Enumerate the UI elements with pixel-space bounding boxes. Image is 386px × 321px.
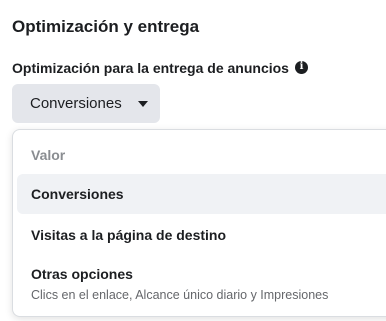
field-label: Optimización para la entrega de anuncios: [12, 60, 289, 76]
optimization-dropdown-button[interactable]: Conversiones: [12, 84, 160, 123]
dropdown-menu: Valor Conversiones Visitas a la página d…: [12, 129, 386, 317]
dropdown-selected-label: Conversiones: [30, 95, 122, 112]
menu-item-visitas-pagina-destino[interactable]: Visitas a la página de destino: [17, 216, 386, 254]
menu-item-conversiones[interactable]: Conversiones: [17, 174, 386, 214]
field-label-row: Optimización para la entrega de anuncios…: [12, 60, 308, 76]
section-title: Optimización y entrega: [12, 17, 200, 36]
menu-item-label: Conversiones: [31, 186, 124, 202]
menu-item-label: Otras opciones: [31, 266, 133, 282]
menu-item-label: Visitas a la página de destino: [31, 227, 227, 243]
menu-item-description: Clics en el enlace, Alcance único diario…: [31, 288, 329, 302]
caret-down-icon: [137, 101, 148, 107]
menu-group-heading: Valor: [31, 147, 66, 163]
info-icon[interactable]: i: [294, 60, 308, 74]
menu-item-otras-opciones[interactable]: Otras opciones Clics en el enlace, Alcan…: [17, 256, 386, 312]
